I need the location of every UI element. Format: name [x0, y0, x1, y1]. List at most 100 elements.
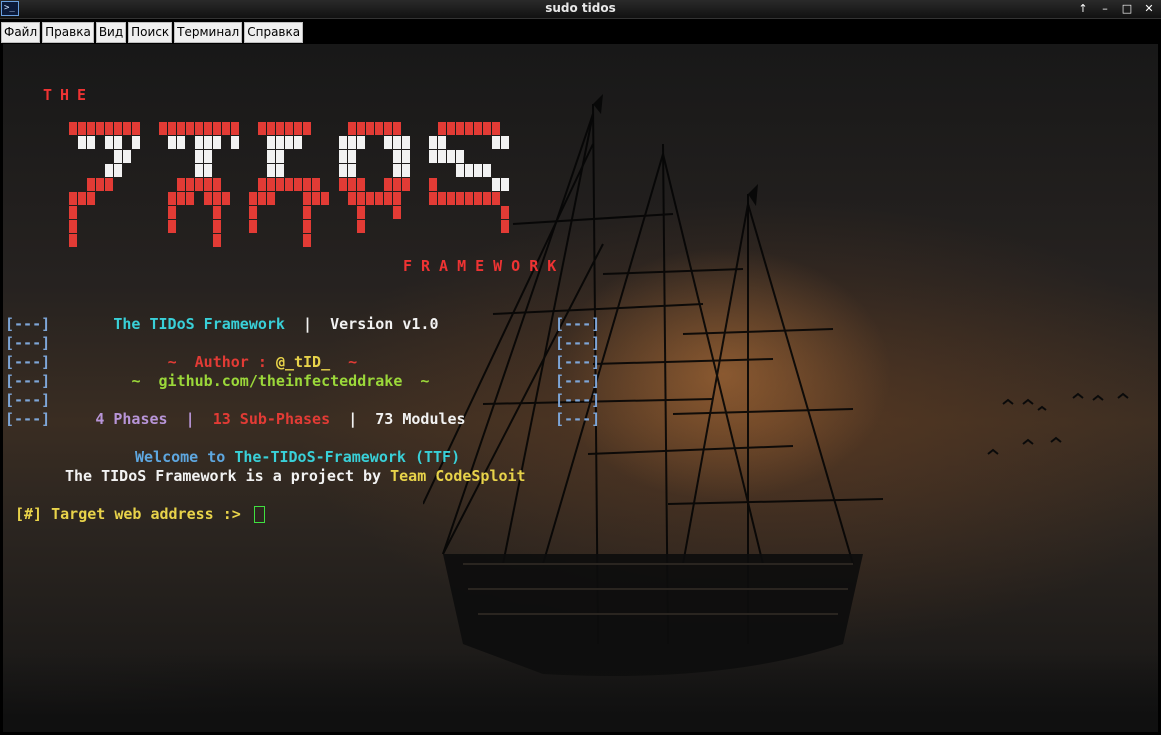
logo-block [177, 136, 185, 149]
logo-block [501, 136, 509, 149]
logo-block [438, 136, 446, 149]
menu-view[interactable]: Вид [95, 22, 127, 43]
logo-block [213, 234, 221, 247]
bracket-right: [---] [555, 410, 601, 428]
minimize-button[interactable]: – [1097, 1, 1113, 17]
logo-block [483, 192, 491, 205]
logo-block [186, 122, 194, 135]
logo-block [384, 178, 392, 191]
menu-edit[interactable]: Правка [42, 22, 94, 43]
logo-block [168, 220, 176, 233]
logo-block [375, 192, 383, 205]
logo-block [348, 164, 356, 177]
logo-block [294, 136, 302, 149]
logo-block [474, 164, 482, 177]
logo-block [438, 192, 446, 205]
logo-block [105, 164, 113, 177]
logo-block [204, 164, 212, 177]
logo-block [456, 150, 464, 163]
logo-block [285, 178, 293, 191]
logo-block [249, 192, 257, 205]
logo-block [159, 122, 167, 135]
logo-block [357, 220, 365, 233]
logo-block [402, 136, 410, 149]
logo-block [87, 178, 95, 191]
maximize-button[interactable]: □ [1119, 1, 1135, 17]
github-link: github.com/theinfecteddrake [158, 372, 403, 390]
sub-phases-count: 13 Sub-Phases [212, 410, 331, 428]
logo-block [294, 122, 302, 135]
logo-block [267, 178, 275, 191]
logo-block [384, 136, 392, 149]
logo-block [213, 220, 221, 233]
logo-block [177, 178, 185, 191]
logo-block [177, 122, 185, 135]
logo-block [276, 178, 284, 191]
keep-above-button[interactable]: ↑ [1075, 1, 1091, 17]
logo-block [222, 192, 230, 205]
logo-block [483, 164, 491, 177]
logo-block [447, 122, 455, 135]
logo-block [213, 178, 221, 191]
logo-block [69, 206, 77, 219]
logo-block [204, 122, 212, 135]
framework-name: The TIDoS Framework [113, 315, 285, 333]
logo-block [465, 122, 473, 135]
logo-block [276, 150, 284, 163]
logo-block [204, 192, 212, 205]
logo-block [339, 178, 347, 191]
logo-block [258, 192, 266, 205]
logo-framework-label: FRAMEWORK [403, 257, 566, 275]
logo-block [96, 122, 104, 135]
modules-count: 73 Modules [375, 410, 466, 428]
logo-block [168, 206, 176, 219]
logo-block [249, 206, 257, 219]
logo-block [303, 220, 311, 233]
close-button[interactable]: ✕ [1141, 1, 1157, 17]
menu-terminal[interactable]: Терминал [174, 22, 243, 43]
logo-block [69, 234, 77, 247]
logo-block [348, 192, 356, 205]
separator: | [185, 410, 195, 428]
author-suffix: ~ [330, 353, 358, 371]
logo-block [456, 122, 464, 135]
separator: | [348, 410, 358, 428]
bracket-left: [---] [5, 372, 51, 390]
banner-line-empty: [---] [5, 334, 50, 353]
logo-block [222, 122, 230, 135]
logo-block [501, 178, 509, 191]
logo-block [195, 150, 203, 163]
banner-line-github: [---] ~ github.com/theinfecteddrake ~ [5, 372, 429, 391]
logo-block [357, 206, 365, 219]
logo-block [393, 164, 401, 177]
menu-help[interactable]: Справка [244, 22, 304, 43]
logo-block [456, 164, 464, 177]
logo-block [312, 192, 320, 205]
logo-block [204, 136, 212, 149]
menu-file[interactable]: Файл [1, 22, 41, 43]
logo-block [474, 122, 482, 135]
logo-block [267, 122, 275, 135]
bracket-left: [---] [5, 315, 51, 333]
logo-block [105, 178, 113, 191]
logo-block [303, 122, 311, 135]
logo-block [393, 178, 401, 191]
logo-block [312, 178, 320, 191]
logo-block [402, 150, 410, 163]
terminal-cursor[interactable] [253, 506, 265, 523]
project-prefix: The TIDoS Framework is a project by [65, 467, 391, 485]
logo-block [339, 164, 347, 177]
logo-block [384, 192, 392, 205]
logo-block [186, 178, 194, 191]
logo-block [357, 136, 365, 149]
logo-block [249, 220, 257, 233]
logo-block [195, 122, 203, 135]
logo-block [501, 206, 509, 219]
logo-block [285, 136, 293, 149]
menu-search[interactable]: Поиск [128, 22, 173, 43]
logo-block [429, 178, 437, 191]
logo-block [114, 150, 122, 163]
bracket-left: [---] [5, 334, 51, 352]
terminal-screen[interactable]: THE FRAMEWORK [---] The TIDoS Framework … [3, 44, 1158, 732]
phases-count: 4 Phases [95, 410, 168, 428]
